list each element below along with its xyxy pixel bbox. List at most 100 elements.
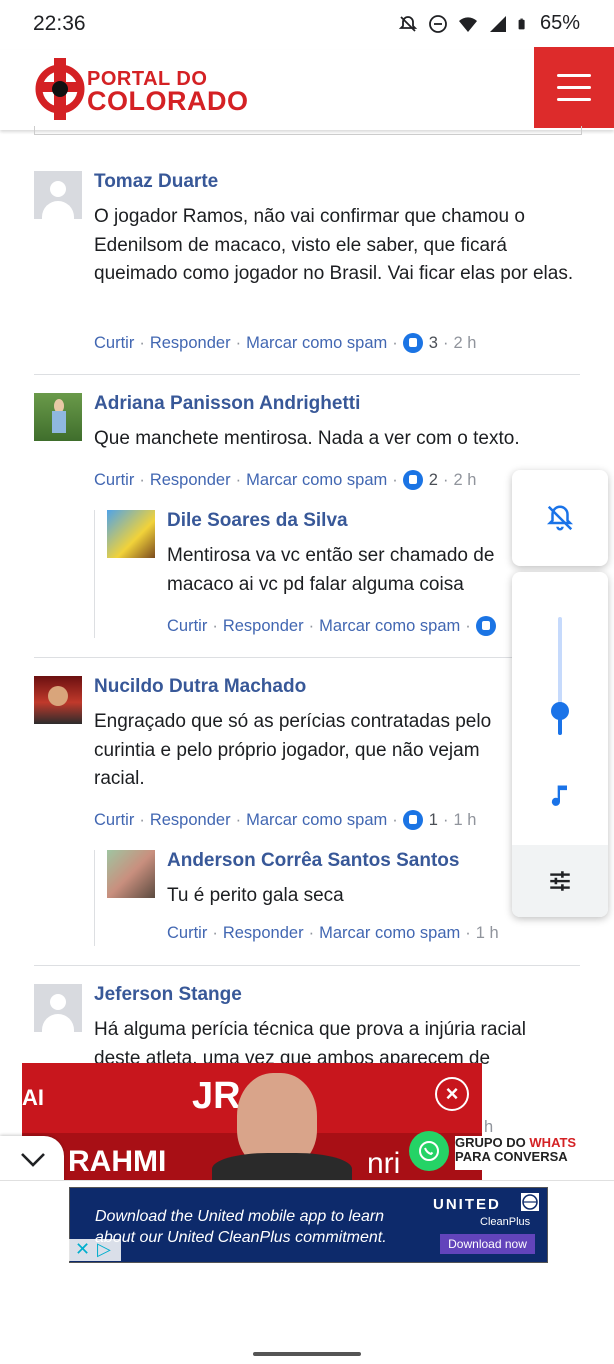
commenter-name[interactable]: Dile Soares da Silva [167,510,348,532]
logo-line-2: COLORADO [87,86,249,116]
whatsapp-button[interactable] [409,1131,449,1171]
comment-text: Engraçado que só as perícias contratadas… [94,711,492,789]
mute-toggle-button[interactable] [512,470,608,566]
reply-item: Dile Soares da Silva Mentirosa va vc ent… [107,510,577,640]
divider [34,657,580,658]
like-icon [402,333,423,353]
commenter-name[interactable]: Adriana Panisson Andrighetti [94,393,360,415]
whatsapp-icon [419,1141,439,1161]
comment-actions: Curtir · Responder · Marcar como spam · 3 · … [94,333,477,353]
do-not-disturb-icon [429,14,447,33]
like-link[interactable]: Curtir [94,811,134,830]
comment-item: Adriana Panisson Andrighetti Que manchet… [34,393,580,493]
navigation-bar [0,1338,614,1364]
comment-actions: Curtir · Responder · Marcar como spam · [167,616,502,636]
signal-icon [489,15,506,32]
commenter-name[interactable]: Tomaz Duarte [94,171,218,193]
like-icon [402,810,423,830]
adchoices-icon[interactable]: ✕ ▷ [69,1239,121,1261]
like-link[interactable]: Curtir [167,924,207,943]
avatar[interactable] [34,393,82,441]
comment-actions: Curtir · Responder · Marcar como spam · 2 · … [94,470,477,490]
site-logo[interactable]: PORTAL DO COLORADO [35,56,255,122]
battery-icon [518,18,525,29]
ad-sub-brand: CleanPlus [480,1216,531,1228]
reply-link[interactable]: Responder [223,617,304,636]
reply-link[interactable]: Responder [150,811,231,830]
comment-text: O jogador Ramos, não vai confirmar que c… [94,206,574,284]
ad-bottom-text: RAHMI [68,1145,167,1178]
avatar[interactable] [34,984,82,1032]
divider [34,965,580,966]
like-icon [475,616,496,636]
comment-time[interactable]: 1 h [476,924,499,943]
united-banner-ad[interactable]: Download the United mobile app to learn … [69,1187,548,1263]
comment-time[interactable]: 2 h [453,334,476,353]
like-link[interactable]: Curtir [94,471,134,490]
commenter-name[interactable]: Nucildo Dutra Machado [94,676,306,698]
like-count: 1 [428,810,438,829]
reply-link[interactable]: Responder [223,924,304,943]
like-link[interactable]: Curtir [94,334,134,353]
comment-time[interactable]: 2 h [453,471,476,490]
globe-icon [521,1193,539,1211]
ad-person-image [212,1073,352,1180]
ad-brand: UNITED [433,1196,501,1213]
status-time: 22:36 [33,12,86,35]
menu-button[interactable] [534,47,614,128]
like-icon [402,470,423,490]
status-bar: 22:36 65% [0,0,614,50]
site-header: PORTAL DO COLORADO [0,50,614,130]
spam-link[interactable]: Marcar como spam [246,811,387,830]
comment-actions: Curtir · Responder · Marcar como spam · 1 · … [94,810,477,830]
sound-settings-button[interactable] [512,845,608,917]
spam-link[interactable]: Marcar como spam [319,924,460,943]
ad-close-button[interactable]: × [435,1077,469,1111]
ad-cta-button[interactable]: Download now [440,1234,535,1254]
home-gesture-handle[interactable] [253,1352,361,1356]
commenter-name[interactable]: Jeferson Stange [94,984,242,1006]
bell-off-icon [546,505,574,531]
avatar[interactable] [107,510,155,558]
spam-link[interactable]: Marcar como spam [246,334,387,353]
hamburger-icon [557,74,591,77]
whatsapp-group-banner[interactable]: GRUPO DO WHATS PARA CONVERSA [455,1136,614,1170]
comment-text: Que manchete mentirosa. Nada a ver com o… [94,428,520,449]
volume-slider-knob[interactable] [551,702,569,721]
collapse-ad-button[interactable] [0,1136,64,1182]
volume-slider-track[interactable] [551,617,569,735]
avatar[interactable] [107,850,155,898]
like-count: 3 [428,333,438,352]
equalizer-icon [550,871,570,891]
logo-emblem-icon [35,58,85,120]
comment-text: Mentirosa va vc então ser chamado de mac… [167,545,495,595]
reply-item: Anderson Corrêa Santos Santos Tu é perit… [107,850,577,950]
avatar[interactable] [34,676,82,724]
volume-panel [512,572,608,917]
notifications-off-icon [398,15,418,32]
avatar[interactable] [34,171,82,219]
divider [34,374,580,375]
reply-thread-line [94,850,95,946]
comment-box-edge [34,126,582,135]
status-icons: 65% [398,12,580,35]
battery-percent: 65% [539,12,580,34]
reply-link[interactable]: Responder [150,471,231,490]
reply-link[interactable]: Responder [150,334,231,353]
comment-item: Nucildo Dutra Machado Engraçado que só a… [34,676,580,836]
ad-right-text: nri [367,1147,401,1180]
comment-item: Tomaz Duarte O jogador Ramos, não vai co… [34,171,580,361]
commenter-name[interactable]: Anderson Corrêa Santos Santos [167,850,459,872]
spam-link[interactable]: Marcar como spam [319,617,460,636]
spam-link[interactable]: Marcar como spam [246,471,387,490]
ad-left-text: AI [22,1085,44,1110]
comment-actions: Curtir · Responder · Marcar como spam · 1 h [167,924,499,943]
like-count: 2 [428,470,438,489]
wifi-icon [458,16,477,32]
comment-time[interactable]: 1 h [453,811,476,830]
like-link[interactable]: Curtir [167,617,207,636]
chevron-down-icon [21,1153,45,1167]
music-note-icon[interactable] [546,780,574,812]
banner-accent: WHATS [529,1135,577,1150]
reply-thread-line [94,510,95,638]
